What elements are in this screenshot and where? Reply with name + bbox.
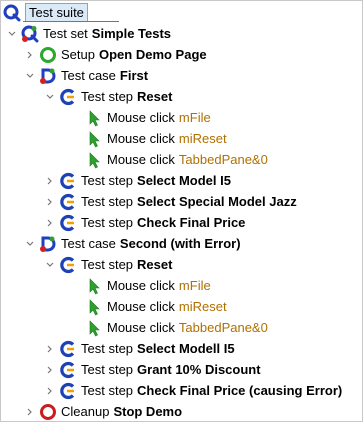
- tree-row-cleanup[interactable]: Cleanup Stop Demo: [1, 401, 362, 422]
- test-step-icon: [59, 214, 77, 232]
- row-kind: Test case: [61, 68, 116, 83]
- chevron-right-icon[interactable]: [43, 195, 57, 209]
- row-kind: Cleanup: [61, 404, 110, 419]
- tree-row-test-step[interactable]: Test step Select Model I5: [1, 170, 362, 191]
- chevron-right-icon[interactable]: [43, 342, 57, 356]
- mouse-click-icon: [85, 277, 103, 295]
- row-kind: Test step: [81, 89, 134, 104]
- test-tree: Test suite Test set Simple Tests Setup O…: [0, 0, 363, 422]
- test-step-icon: [59, 382, 77, 400]
- tree-row-test-step[interactable]: Test step Check Final Price (causing Err…: [1, 380, 362, 401]
- tree-row-mouse-click[interactable]: Mouse click mFile: [1, 275, 362, 296]
- row-name: First: [119, 68, 149, 83]
- row-target: TabbedPane&0: [178, 152, 268, 167]
- row-name: Open Demo Page: [98, 47, 207, 62]
- row-name: Reset: [137, 89, 173, 104]
- row-name: Select Modell I5: [137, 341, 235, 356]
- row-kind: Test step: [81, 341, 134, 356]
- mouse-click-icon: [85, 109, 103, 127]
- row-kind: Mouse click: [107, 299, 175, 314]
- tree-row-test-step[interactable]: Test step Reset: [1, 86, 362, 107]
- row-kind: Test step: [81, 257, 134, 272]
- row-target: mFile: [178, 110, 211, 125]
- chevron-down-icon[interactable]: [5, 27, 19, 41]
- chevron-right-icon[interactable]: [43, 216, 57, 230]
- chevron-down-icon[interactable]: [43, 258, 57, 272]
- tree-row-test-case-first[interactable]: Test case First: [1, 65, 362, 86]
- test-step-icon: [59, 193, 77, 211]
- chevron-right-icon[interactable]: [23, 405, 37, 419]
- row-target: miReset: [178, 299, 227, 314]
- mouse-click-icon: [85, 130, 103, 148]
- test-case-icon: [39, 235, 57, 253]
- drop-indicator: [23, 21, 119, 22]
- tree-row-mouse-click[interactable]: Mouse click TabbedPane&0: [1, 149, 362, 170]
- mouse-click-icon: [85, 319, 103, 337]
- mouse-click-icon: [85, 151, 103, 169]
- tree-row-mouse-click[interactable]: Mouse click mFile: [1, 107, 362, 128]
- setup-icon: [39, 46, 57, 64]
- tree-row-test-step[interactable]: Test step Select Special Model Jazz: [1, 191, 362, 212]
- row-kind: Mouse click: [107, 320, 175, 335]
- tree-row-mouse-click[interactable]: Mouse click TabbedPane&0: [1, 317, 362, 338]
- row-kind: Setup: [61, 47, 95, 62]
- tree-root-row[interactable]: Test suite: [3, 2, 362, 23]
- test-set-icon: [21, 25, 39, 43]
- tree-row-test-set[interactable]: Test set Simple Tests: [1, 23, 362, 44]
- row-kind: Mouse click: [107, 131, 175, 146]
- chevron-right-icon[interactable]: [43, 384, 57, 398]
- tree-row-test-step[interactable]: Test step Select Modell I5: [1, 338, 362, 359]
- tree-row-test-case-second[interactable]: Test case Second (with Error): [1, 233, 362, 254]
- chevron-right-icon[interactable]: [43, 363, 57, 377]
- row-target: miReset: [178, 131, 227, 146]
- row-kind: Test step: [81, 362, 134, 377]
- test-case-icon: [39, 67, 57, 85]
- tree-row-test-step[interactable]: Test step Check Final Price: [1, 212, 362, 233]
- row-target: mFile: [178, 278, 211, 293]
- tree-row-mouse-click[interactable]: Mouse click miReset: [1, 128, 362, 149]
- row-kind: Test step: [81, 194, 134, 209]
- chevron-right-icon[interactable]: [43, 174, 57, 188]
- tree-row-setup[interactable]: Setup Open Demo Page: [1, 44, 362, 65]
- chevron-down-icon[interactable]: [43, 90, 57, 104]
- chevron-right-icon[interactable]: [23, 48, 37, 62]
- row-name: Simple Tests: [91, 26, 172, 41]
- mouse-click-icon: [85, 298, 103, 316]
- tree-row-test-step[interactable]: Test step Grant 10% Discount: [1, 359, 362, 380]
- row-kind: Mouse click: [107, 110, 175, 125]
- row-kind: Test step: [81, 383, 134, 398]
- row-kind: Mouse click: [107, 278, 175, 293]
- tree-row-test-step[interactable]: Test step Reset: [1, 254, 362, 275]
- test-step-icon: [59, 340, 77, 358]
- row-kind: Test set: [43, 26, 88, 41]
- row-name: Second (with Error): [119, 236, 241, 251]
- row-target: TabbedPane&0: [178, 320, 268, 335]
- row-name: Grant 10% Discount: [137, 362, 261, 377]
- test-step-icon: [59, 88, 77, 106]
- tree-row-mouse-click[interactable]: Mouse click miReset: [1, 296, 362, 317]
- row-kind: Test step: [81, 215, 134, 230]
- row-kind: Mouse click: [107, 152, 175, 167]
- test-step-icon: [59, 256, 77, 274]
- row-name: Check Final Price (causing Error): [137, 383, 343, 398]
- chevron-down-icon[interactable]: [23, 237, 37, 251]
- row-name: Stop Demo: [113, 404, 183, 419]
- test-suite-icon: [3, 4, 21, 22]
- row-name: Select Special Model Jazz: [137, 194, 297, 209]
- row-kind: Test case: [61, 236, 116, 251]
- row-name: Select Model I5: [137, 173, 231, 188]
- chevron-down-icon[interactable]: [23, 69, 37, 83]
- row-name: Reset: [137, 257, 173, 272]
- test-suite-label[interactable]: Test suite: [25, 3, 88, 22]
- row-kind: Test step: [81, 173, 134, 188]
- test-step-icon: [59, 172, 77, 190]
- row-name: Check Final Price: [137, 215, 246, 230]
- test-step-icon: [59, 361, 77, 379]
- cleanup-icon: [39, 403, 57, 421]
